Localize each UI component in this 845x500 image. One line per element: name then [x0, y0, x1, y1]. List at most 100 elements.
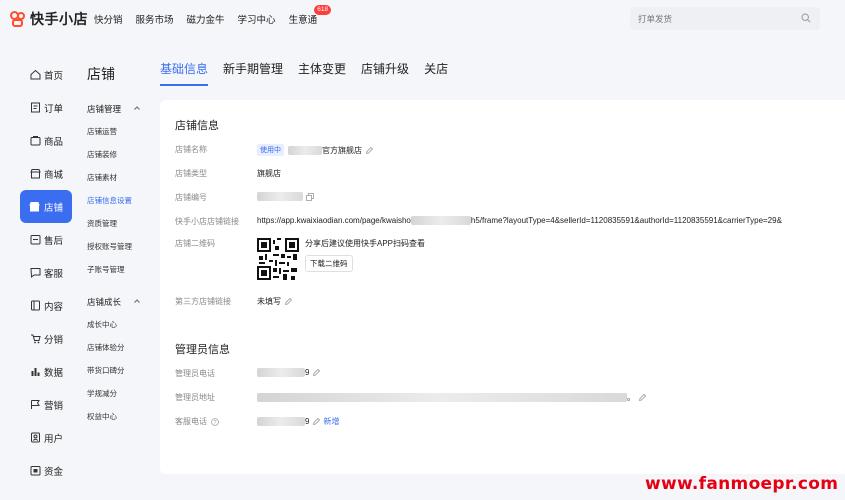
- field-label: 管理员地址: [175, 393, 215, 402]
- store-info-title: 店铺信息: [175, 120, 219, 132]
- search-input[interactable]: [638, 13, 798, 24]
- promo-badge: 618: [314, 5, 332, 15]
- top-bar: 快手小店 快分销 服务市场 磁力金牛 学习中心 生意通 618: [0, 0, 845, 38]
- submenu-item-qualification[interactable]: 资质管理: [82, 212, 158, 235]
- sidebar-item-label: 首页: [44, 70, 64, 82]
- edit-icon[interactable]: [312, 368, 321, 377]
- tab-basic-info[interactable]: 基础信息: [160, 60, 209, 86]
- sidebar-item-after-sale[interactable]: 售后: [0, 223, 76, 256]
- admin-address-row: 管理员地址 。: [175, 392, 647, 403]
- funds-icon: [30, 466, 41, 476]
- edit-icon[interactable]: [284, 297, 293, 306]
- submenu-item-store-decoration[interactable]: 店铺装修: [82, 143, 158, 166]
- redacted-text: [410, 216, 471, 225]
- store-icon: [29, 202, 40, 212]
- sidebar-item-home[interactable]: 首页: [0, 58, 76, 91]
- copy-icon[interactable]: [306, 192, 314, 201]
- svg-text:?: ?: [214, 420, 217, 426]
- sidebar-item-label: 内容: [44, 301, 64, 313]
- submenu-item-store-operation[interactable]: 店铺运营: [82, 120, 158, 143]
- nav-learning-center[interactable]: 学习中心: [238, 12, 276, 26]
- sidebar-item-mall[interactable]: 商城: [0, 157, 76, 190]
- sidebar-item-store[interactable]: 店铺: [20, 190, 72, 223]
- submenu-group-label: 店铺管理: [87, 104, 122, 114]
- site-watermark: www.fanmoepr.com: [645, 474, 839, 494]
- submenu-item-benefits-center[interactable]: 权益中心: [82, 405, 158, 428]
- field-label: 店铺编号: [175, 193, 207, 202]
- submenu-item-store-materials[interactable]: 店铺素材: [82, 166, 158, 189]
- submenu-item-learn-rules[interactable]: 学规减分: [82, 382, 158, 405]
- store-type-value: 旗舰店: [257, 169, 281, 178]
- sidebar-item-customer-service[interactable]: 客服: [0, 256, 76, 289]
- admin-address-tail: 。: [627, 393, 635, 402]
- admin-info-title: 管理员信息: [175, 344, 230, 356]
- sidebar-item-data[interactable]: 数据: [0, 355, 76, 388]
- redacted-text: [257, 393, 627, 402]
- field-label: 店铺二维码: [175, 239, 215, 248]
- cs-phone-tail: 9: [305, 417, 310, 426]
- distribution-icon: [31, 334, 41, 344]
- kuaishou-store-logo[interactable]: 快手小店: [10, 9, 94, 29]
- third-party-link-value: 未填写: [257, 297, 281, 306]
- field-label: 店铺名称: [175, 145, 207, 154]
- status-badge: 使用中: [257, 144, 284, 156]
- redacted-text: [257, 368, 305, 377]
- tab-entity-change[interactable]: 主体变更: [298, 60, 346, 86]
- after-sale-icon: [30, 235, 41, 245]
- edit-icon[interactable]: [312, 417, 321, 426]
- submenu-item-experience-score[interactable]: 店铺体验分: [82, 336, 158, 359]
- edit-icon[interactable]: [365, 146, 374, 155]
- tab-store-upgrade[interactable]: 店铺升级: [361, 60, 409, 86]
- data-icon: [31, 368, 40, 376]
- user-icon: [31, 432, 40, 443]
- sidebar-item-orders[interactable]: 订单: [0, 91, 76, 124]
- submenu-group-store-management[interactable]: 店铺管理: [82, 98, 158, 120]
- nav-cili-jinniu[interactable]: 磁力金牛: [187, 12, 225, 26]
- store-link-prefix[interactable]: https://app.kwaixiaodian.com/page/kwaish…: [257, 216, 411, 225]
- qr-code: [257, 238, 299, 280]
- chevron-up-icon: [134, 106, 140, 110]
- download-qr-button[interactable]: 下载二维码: [305, 255, 353, 272]
- sidebar-item-label: 售后: [44, 235, 64, 247]
- sidebar-item-marketing[interactable]: 营销: [0, 388, 76, 421]
- marketing-icon: [31, 400, 40, 409]
- logo-text: 快手小店: [30, 11, 88, 27]
- field-label: 第三方店铺链接: [175, 297, 231, 306]
- secondary-menu: 店铺 店铺管理 店铺运营 店铺装修 店铺素材 店铺信息设置 资质管理 授权账号管…: [82, 58, 158, 428]
- submenu-group-store-growth[interactable]: 店铺成长: [82, 291, 158, 313]
- admin-phone-tail: 9: [305, 368, 310, 377]
- field-label: 客服电话: [175, 417, 207, 426]
- redacted-text: [288, 145, 322, 155]
- edit-icon[interactable]: [638, 393, 647, 402]
- sidebar-item-label: 用户: [44, 433, 64, 445]
- search-icon[interactable]: [801, 13, 811, 23]
- sidebar-item-label: 营销: [44, 400, 64, 412]
- add-cs-phone-link[interactable]: 新增: [323, 416, 339, 427]
- store-qr-row: 店铺二维码 分享后建议使用快手APP扫码查看 下载二维码: [175, 238, 425, 280]
- sidebar-item-content[interactable]: 内容: [0, 289, 76, 322]
- sidebar-item-label: 商品: [44, 136, 64, 148]
- sidebar-item-label: 店铺: [44, 202, 64, 214]
- nav-shengyitong-label: 生意通: [288, 15, 318, 26]
- sidebar-item-funds[interactable]: 资金: [0, 454, 76, 487]
- submenu-item-authorized-accounts[interactable]: 授权账号管理: [82, 235, 158, 258]
- search-box[interactable]: [630, 7, 820, 30]
- store-link-suffix[interactable]: h5/frame?layoutType=4&sellerId=112083559…: [471, 216, 782, 225]
- store-info-card: 店铺信息 店铺名称 使用中 官方旗舰店 店铺类型 旗舰店 店铺编号 快手小店店铺…: [160, 100, 845, 474]
- nav-shengyitong[interactable]: 生意通 618: [288, 5, 332, 26]
- submenu-item-reputation-score[interactable]: 带货口碑分: [82, 359, 158, 382]
- sidebar-item-users[interactable]: 用户: [0, 421, 76, 454]
- nav-service-market[interactable]: 服务市场: [136, 12, 174, 26]
- submenu-item-growth-center[interactable]: 成长中心: [82, 313, 158, 336]
- sidebar-item-goods[interactable]: 商品: [0, 124, 76, 157]
- chevron-up-icon: [134, 299, 140, 303]
- nav-kuaifenxiao[interactable]: 快分销: [94, 12, 123, 26]
- top-nav: 快分销 服务市场 磁力金牛 学习中心 生意通 618: [94, 5, 332, 26]
- sidebar-item-distribution[interactable]: 分销: [0, 322, 76, 355]
- tab-newbie-management[interactable]: 新手期管理: [223, 60, 283, 86]
- submenu-item-store-info-settings[interactable]: 店铺信息设置: [82, 189, 158, 212]
- tab-close-store[interactable]: 关店: [424, 60, 448, 86]
- store-name-row: 店铺名称 使用中 官方旗舰店: [175, 144, 374, 156]
- help-icon[interactable]: ?: [211, 418, 219, 426]
- submenu-item-sub-accounts[interactable]: 子账号管理: [82, 258, 158, 281]
